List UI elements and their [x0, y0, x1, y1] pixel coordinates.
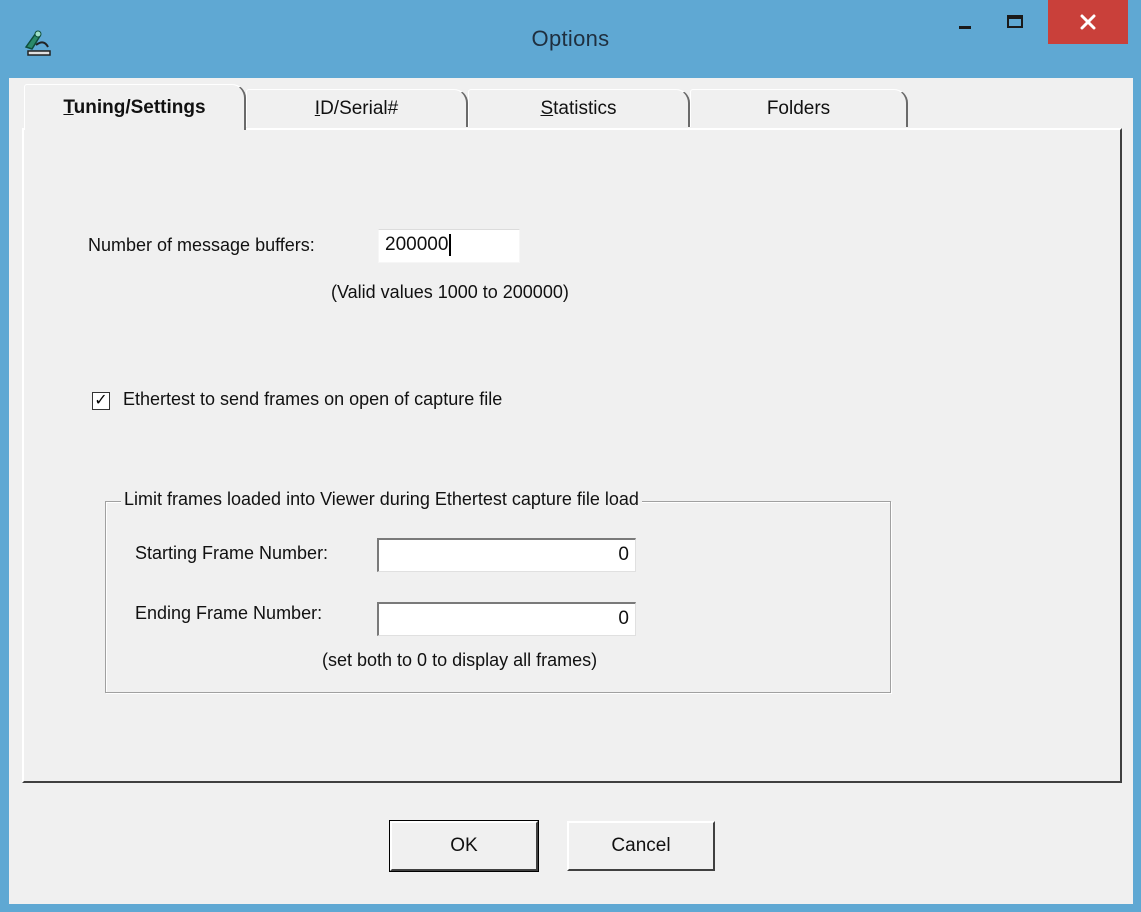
tab-label: ID/Serial#	[314, 97, 399, 119]
ethertest-checkbox-label[interactable]: Ethertest to send frames on open of capt…	[123, 389, 502, 410]
tab-statistics[interactable]: Statistics	[468, 89, 690, 127]
start-frame-label: Starting Frame Number:	[135, 543, 329, 563]
end-frame-input[interactable]: 0	[377, 602, 636, 636]
minimize-icon	[959, 26, 971, 29]
close-button[interactable]	[1048, 0, 1128, 44]
ok-button[interactable]: OK	[389, 820, 539, 872]
tab-label: Folders	[766, 97, 831, 119]
tab-label: Tuning/Settings	[63, 96, 206, 118]
tab-tuning-settings[interactable]: Tuning/Settings	[24, 84, 246, 130]
close-icon	[1080, 14, 1096, 30]
tuning-settings-panel: Number of message buffers: 200000 (Valid…	[22, 128, 1122, 783]
start-frame-input[interactable]: 0	[377, 538, 636, 572]
maximize-icon	[1007, 15, 1023, 28]
ethertest-checkbox[interactable]: ✓	[92, 392, 110, 410]
options-window: Options Tuning/Settings ID/Serial# Stati…	[0, 0, 1141, 912]
tab-folders[interactable]: Folders	[690, 89, 908, 127]
maximize-button[interactable]	[992, 0, 1038, 44]
minimize-button[interactable]	[942, 0, 988, 44]
tab-id-serial[interactable]: ID/Serial#	[246, 89, 468, 127]
buffers-input[interactable]: 200000	[378, 229, 520, 263]
frames-hint: (set both to 0 to display all frames)	[322, 650, 598, 670]
title-bar[interactable]: Options	[0, 0, 1141, 78]
dialog-client-area: Tuning/Settings ID/Serial# Statistics Fo…	[9, 78, 1133, 904]
cancel-button[interactable]: Cancel	[567, 821, 715, 871]
buffers-hint: (Valid values 1000 to 200000)	[331, 282, 569, 302]
tab-label: Statistics	[540, 97, 617, 119]
frame-limit-group-title: Limit frames loaded into Viewer during E…	[121, 489, 642, 510]
buffers-label: Number of message buffers:	[88, 235, 315, 255]
end-frame-label: Ending Frame Number:	[135, 603, 323, 623]
